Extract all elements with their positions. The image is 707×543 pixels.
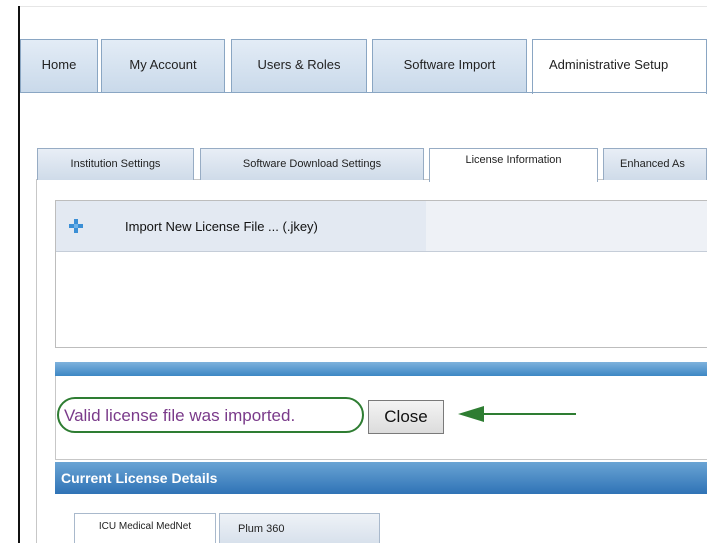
tab-users-roles-label: Users & Roles (257, 57, 341, 72)
subtab-software-download-settings[interactable]: Software Download Settings (200, 148, 424, 180)
top-border (18, 6, 707, 7)
subtab-license-information-label: License Information (465, 154, 562, 166)
main-tab-strip (20, 92, 707, 93)
detail-tab-icu-medical-mednet[interactable]: ICU Medical MedNet (74, 513, 216, 543)
subtab-institution-settings[interactable]: Institution Settings (37, 148, 194, 180)
tab-my-account-label: My Account (129, 57, 197, 72)
tab-my-account[interactable]: My Account (101, 39, 225, 93)
tab-software-import[interactable]: Software Import (372, 39, 527, 93)
subtab-software-download-settings-label: Software Download Settings (242, 158, 382, 170)
status-message: Valid license file was imported. (64, 406, 296, 425)
tab-users-roles[interactable]: Users & Roles (231, 39, 367, 93)
close-button[interactable]: Close (368, 400, 444, 434)
subtab-license-information[interactable]: License Information (429, 148, 598, 182)
subtab-enhanced-as[interactable]: Enhanced As (603, 148, 707, 180)
detail-tab-icu-medical-mednet-label: ICU Medical MedNet (98, 521, 192, 532)
import-license-label[interactable]: Import New License File ... (.jkey) (125, 219, 318, 234)
tab-administrative-setup[interactable]: Administrative Setup (532, 39, 707, 94)
tab-software-import-label: Software Import (403, 57, 496, 72)
detail-tab-plum-360-label: Plum 360 (238, 523, 285, 535)
subtab-enhanced-as-label: Enhanced As (620, 158, 685, 170)
current-license-details-header: Current License Details (55, 462, 707, 494)
tab-home-label: Home (41, 57, 77, 72)
plus-icon[interactable] (68, 218, 84, 234)
subtab-institution-settings-label: Institution Settings (70, 158, 161, 170)
tab-home[interactable]: Home (20, 39, 98, 93)
tab-administrative-setup-label: Administrative Setup (549, 57, 669, 72)
arrow-left-icon (458, 406, 576, 422)
status-header-bar (55, 362, 707, 376)
detail-tab-plum-360[interactable]: Plum 360 (219, 513, 380, 543)
